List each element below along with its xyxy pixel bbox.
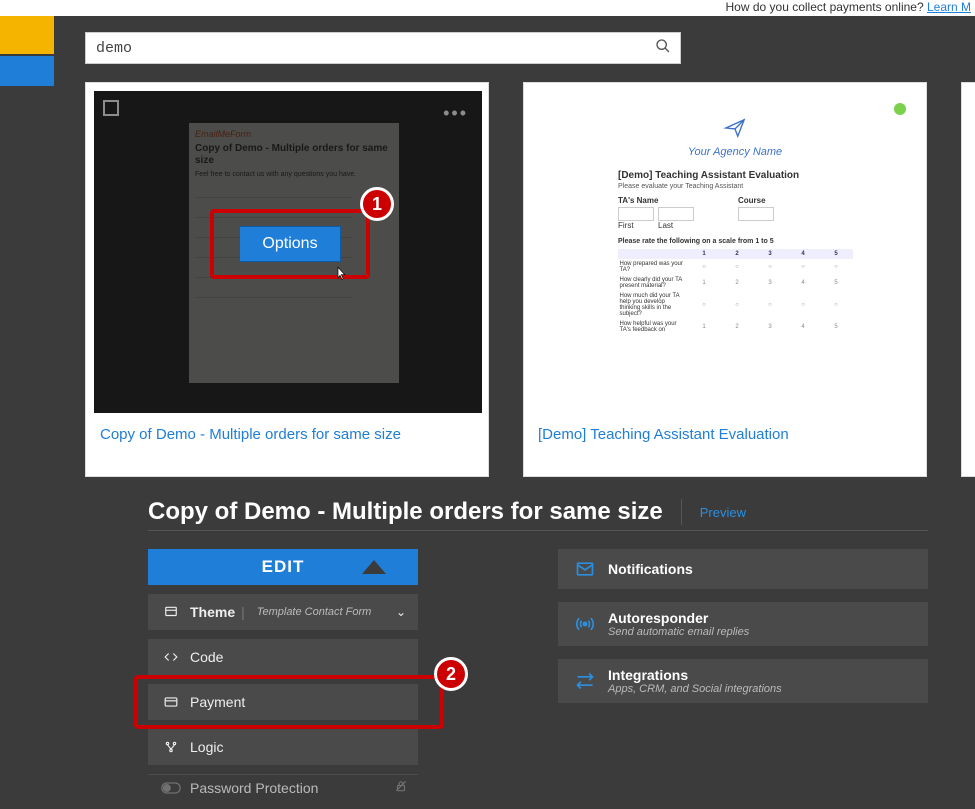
mock-input bbox=[738, 207, 774, 221]
rail-gold-block bbox=[0, 16, 54, 54]
menu-sublabel: Send automatic email replies bbox=[608, 626, 749, 638]
form-thumbnail: ••• EmailMeForm Copy of Demo - Multiple … bbox=[94, 91, 482, 413]
menu-code[interactable]: Code bbox=[148, 639, 418, 675]
menu-label: Payment bbox=[190, 694, 245, 710]
menu-theme[interactable]: Theme | Template Contact Form ⌄ bbox=[148, 594, 418, 630]
mock-rating-table: 12345 How prepared was your TA?○○○○○ How… bbox=[618, 249, 853, 335]
form-thumbnail: Your Agency Name [Demo] Teaching Assista… bbox=[532, 91, 920, 413]
menu-notifications[interactable]: Notifications bbox=[558, 549, 928, 589]
promo-text: How do you collect payments online? bbox=[726, 0, 927, 14]
menu-logic[interactable]: Logic bbox=[148, 729, 418, 765]
code-icon bbox=[160, 650, 182, 664]
paper-plane-icon bbox=[610, 115, 860, 146]
form-preview-mock: Your Agency Name [Demo] Teaching Assista… bbox=[610, 109, 860, 409]
left-rail bbox=[0, 16, 54, 86]
menu-integrations[interactable]: IntegrationsApps, CRM, and Social integr… bbox=[558, 659, 928, 703]
search-bar[interactable] bbox=[85, 32, 681, 64]
menu-label: Integrations bbox=[608, 667, 782, 683]
promo-link[interactable]: Learn M bbox=[927, 0, 971, 14]
menu-label: Logic bbox=[190, 739, 223, 755]
toggle-off-icon bbox=[160, 782, 182, 794]
menu-sublabel: Apps, CRM, and Social integrations bbox=[608, 683, 782, 695]
promo-banner: How do you collect payments online? Lear… bbox=[0, 0, 975, 16]
menu-payment[interactable]: Payment bbox=[148, 684, 418, 720]
form-card[interactable]: ••• EmailMeForm Copy of Demo - Multiple … bbox=[85, 82, 489, 477]
menu-sublabel: Template Contact Form bbox=[257, 606, 372, 618]
mail-icon bbox=[572, 559, 598, 579]
card-pointer-notch bbox=[362, 560, 386, 574]
menu-label: Code bbox=[190, 649, 223, 665]
mock-input bbox=[658, 207, 694, 221]
menu-autoresponder[interactable]: AutoresponderSend automatic email replie… bbox=[558, 602, 928, 646]
menu-password[interactable]: Password Protection bbox=[148, 774, 418, 800]
annotation-badge-2: 2 bbox=[434, 657, 468, 691]
swap-icon bbox=[572, 671, 598, 691]
preview-link[interactable]: Preview bbox=[700, 505, 746, 520]
mock-agency: Your Agency Name bbox=[610, 146, 860, 158]
form-card[interactable]: Your Agency Name [Demo] Teaching Assista… bbox=[523, 82, 927, 477]
divider bbox=[681, 499, 682, 525]
mock-caption: Last bbox=[658, 221, 694, 230]
panel-title: Copy of Demo - Multiple orders for same … bbox=[148, 498, 663, 526]
search-icon[interactable] bbox=[646, 38, 680, 59]
mock-label: TA's Name bbox=[618, 196, 732, 205]
broadcast-icon bbox=[572, 614, 598, 634]
chevron-down-icon: ⌄ bbox=[396, 605, 406, 619]
theme-icon bbox=[160, 605, 182, 619]
logic-icon bbox=[160, 740, 182, 754]
options-button[interactable]: Options bbox=[239, 226, 340, 262]
mock-scale-label: Please rate the following on a scale fro… bbox=[618, 238, 852, 245]
lock-slash-icon bbox=[394, 779, 408, 796]
mock-sub: Please evaluate your Teaching Assistant bbox=[618, 183, 852, 190]
rail-blue-block bbox=[0, 56, 54, 86]
menu-label: Notifications bbox=[608, 561, 693, 577]
panel-header: Copy of Demo - Multiple orders for same … bbox=[148, 498, 928, 531]
form-card-title[interactable]: [Demo] Teaching Assistant Evaluation bbox=[532, 413, 918, 443]
form-cards-row: ••• EmailMeForm Copy of Demo - Multiple … bbox=[85, 82, 975, 477]
mock-caption: First bbox=[618, 221, 654, 230]
payment-icon bbox=[160, 695, 182, 709]
form-card-title[interactable]: Copy of Demo - Multiple orders for same … bbox=[94, 413, 480, 443]
search-input[interactable] bbox=[86, 40, 646, 57]
status-dot-icon bbox=[894, 103, 906, 115]
form-options-panel: Copy of Demo - Multiple orders for same … bbox=[148, 498, 928, 809]
form-card-peek[interactable] bbox=[961, 82, 975, 477]
panel-left-column: EDIT Theme | Template Contact Form ⌄ Cod… bbox=[148, 549, 418, 809]
annotation-badge-1: 1 bbox=[360, 187, 394, 221]
mock-heading: [Demo] Teaching Assistant Evaluation bbox=[618, 170, 852, 181]
menu-label: Theme bbox=[190, 604, 235, 620]
mock-input bbox=[618, 207, 654, 221]
cursor-icon bbox=[332, 265, 348, 288]
mock-label: Course bbox=[738, 196, 852, 205]
menu-label: Autoresponder bbox=[608, 610, 749, 626]
panel-right-column: Notifications AutoresponderSend automati… bbox=[558, 549, 928, 809]
menu-label: Password Protection bbox=[190, 780, 318, 796]
